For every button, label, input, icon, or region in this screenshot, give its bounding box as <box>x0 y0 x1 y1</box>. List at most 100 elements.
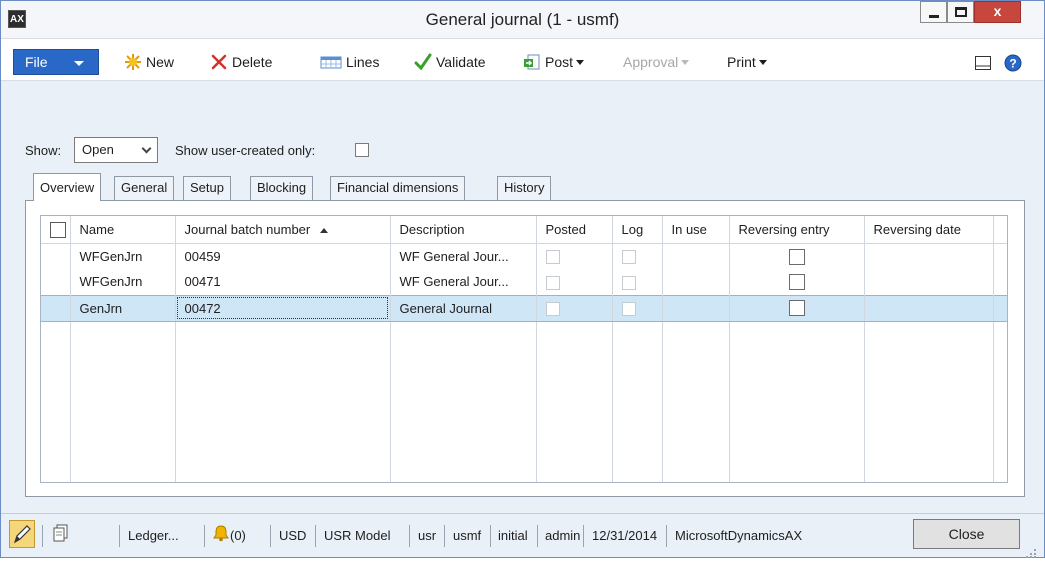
divider <box>315 525 316 547</box>
resize-grip-icon[interactable] <box>1023 546 1037 558</box>
file-menu-button[interactable]: File <box>13 49 99 75</box>
new-label: New <box>146 54 175 70</box>
tab-general[interactable]: General <box>114 176 175 200</box>
close-button[interactable]: Close <box>913 519 1020 549</box>
notification-bell-icon[interactable] <box>212 524 230 545</box>
divider <box>444 525 445 547</box>
cell-reversing-date[interactable] <box>864 269 994 295</box>
cell-batch[interactable]: 00459 <box>175 243 391 269</box>
table-row[interactable]: WFGenJrn 00459 WF General Jour... <box>41 243 1007 269</box>
window-close-button[interactable]: x <box>974 1 1021 23</box>
ledger-status[interactable]: Ledger... <box>128 528 179 543</box>
company-status[interactable]: usmf <box>453 528 481 543</box>
sort-ascending-icon <box>320 227 329 233</box>
chevron-down-icon <box>74 61 84 66</box>
tab-overview[interactable]: Overview <box>33 173 102 201</box>
chevron-down-icon <box>576 59 585 65</box>
print-button[interactable]: Print <box>727 52 767 72</box>
divider <box>270 525 271 547</box>
divider <box>204 525 205 547</box>
column-header-reversing-date[interactable]: Reversing date <box>864 216 994 244</box>
svg-text:?: ? <box>1009 57 1016 71</box>
cell-reversing-entry[interactable] <box>729 243 865 269</box>
cell-name[interactable]: GenJrn <box>70 294 176 322</box>
tab-financial-dimensions[interactable]: Financial dimensions <box>330 176 466 200</box>
edit-mode-button[interactable] <box>9 520 35 548</box>
chevron-down-icon <box>758 59 767 65</box>
select-all-checkbox[interactable] <box>50 221 66 238</box>
column-header-log[interactable]: Log <box>612 216 663 244</box>
cell-name[interactable]: WFGenJrn <box>70 269 176 295</box>
column-header-batch[interactable]: Journal batch number <box>175 216 391 244</box>
cell-batch[interactable]: 00471 <box>175 269 391 295</box>
delete-label: Delete <box>232 54 273 70</box>
cell-log <box>612 294 663 322</box>
file-label: File <box>25 54 48 70</box>
title-bar: AX General journal (1 - usmf) x <box>1 1 1044 39</box>
notification-count[interactable]: (0) <box>230 528 246 543</box>
tab-setup[interactable]: Setup <box>183 176 231 200</box>
help-icon[interactable]: ? <box>1004 54 1022 72</box>
post-label: Post <box>545 54 574 70</box>
log-checkbox <box>621 275 636 290</box>
validate-label: Validate <box>436 54 486 70</box>
cell-description[interactable]: WF General Jour... <box>390 269 537 295</box>
cell-reversing-entry[interactable] <box>729 294 865 322</box>
new-button[interactable]: New <box>124 52 174 72</box>
table-row-selected[interactable]: GenJrn 00472 General Journal <box>41 294 1007 322</box>
validate-button[interactable]: Validate <box>414 52 486 72</box>
document-handling-icon[interactable] <box>53 524 69 545</box>
cell-spacer <box>993 294 1007 322</box>
table-row[interactable]: WFGenJrn 00471 WF General Jour... <box>41 269 1007 295</box>
aos-instance: MicrosoftDynamicsAX <box>675 528 803 543</box>
cell-name[interactable]: WFGenJrn <box>70 243 176 269</box>
divider <box>583 525 584 547</box>
window: AX General journal (1 - usmf) x File New <box>0 0 1045 558</box>
column-header-in-use[interactable]: In use <box>662 216 730 244</box>
reversing-entry-checkbox[interactable] <box>788 248 805 265</box>
reversing-entry-checkbox[interactable] <box>788 274 805 291</box>
print-label: Print <box>727 54 756 70</box>
empty-grid-area <box>41 321 1007 482</box>
cell-reversing-date[interactable] <box>864 243 994 269</box>
select-all-cell[interactable] <box>41 216 71 244</box>
cell-log <box>612 269 663 295</box>
cell-log <box>612 243 663 269</box>
session-date[interactable]: 12/31/2014 <box>592 528 657 543</box>
tab-history[interactable]: History <box>497 176 552 200</box>
layout-icon[interactable] <box>974 54 992 72</box>
tab-blocking[interactable]: Blocking <box>250 176 314 200</box>
approval-button[interactable]: Approval <box>623 52 690 72</box>
overview-panel: Name Journal batch number Description Po… <box>25 200 1025 497</box>
divider <box>537 525 538 547</box>
cell-description[interactable]: WF General Jour... <box>390 243 537 269</box>
cell-reversing-date[interactable] <box>864 294 994 322</box>
cell-reversing-entry[interactable] <box>729 269 865 295</box>
log-checkbox <box>621 301 636 316</box>
column-header-description[interactable]: Description <box>390 216 537 244</box>
log-checkbox <box>621 250 636 265</box>
column-header-spacer <box>993 216 1007 244</box>
user-created-checkbox[interactable] <box>355 143 369 157</box>
row-marker <box>41 294 71 322</box>
cell-in-use <box>662 294 730 322</box>
show-value: Open <box>82 142 114 157</box>
new-star-icon <box>124 53 142 71</box>
minimize-button[interactable] <box>920 1 947 23</box>
maximize-button[interactable] <box>947 1 974 23</box>
cell-batch[interactable]: 00472 <box>175 294 391 322</box>
post-button[interactable]: Post <box>523 52 585 72</box>
cell-in-use <box>662 243 730 269</box>
reversing-entry-checkbox[interactable] <box>788 300 805 317</box>
currency-status[interactable]: USD <box>279 528 306 543</box>
divider <box>490 525 491 547</box>
lines-button[interactable]: Lines <box>320 52 379 72</box>
divider <box>666 525 667 547</box>
cell-description[interactable]: General Journal <box>390 294 537 322</box>
close-icon: x <box>993 3 1002 19</box>
column-header-posted[interactable]: Posted <box>536 216 613 244</box>
show-dropdown[interactable]: Open <box>74 137 158 163</box>
column-header-name[interactable]: Name <box>70 216 176 244</box>
delete-button[interactable]: Delete <box>210 52 272 72</box>
column-header-reversing-entry[interactable]: Reversing entry <box>729 216 865 244</box>
